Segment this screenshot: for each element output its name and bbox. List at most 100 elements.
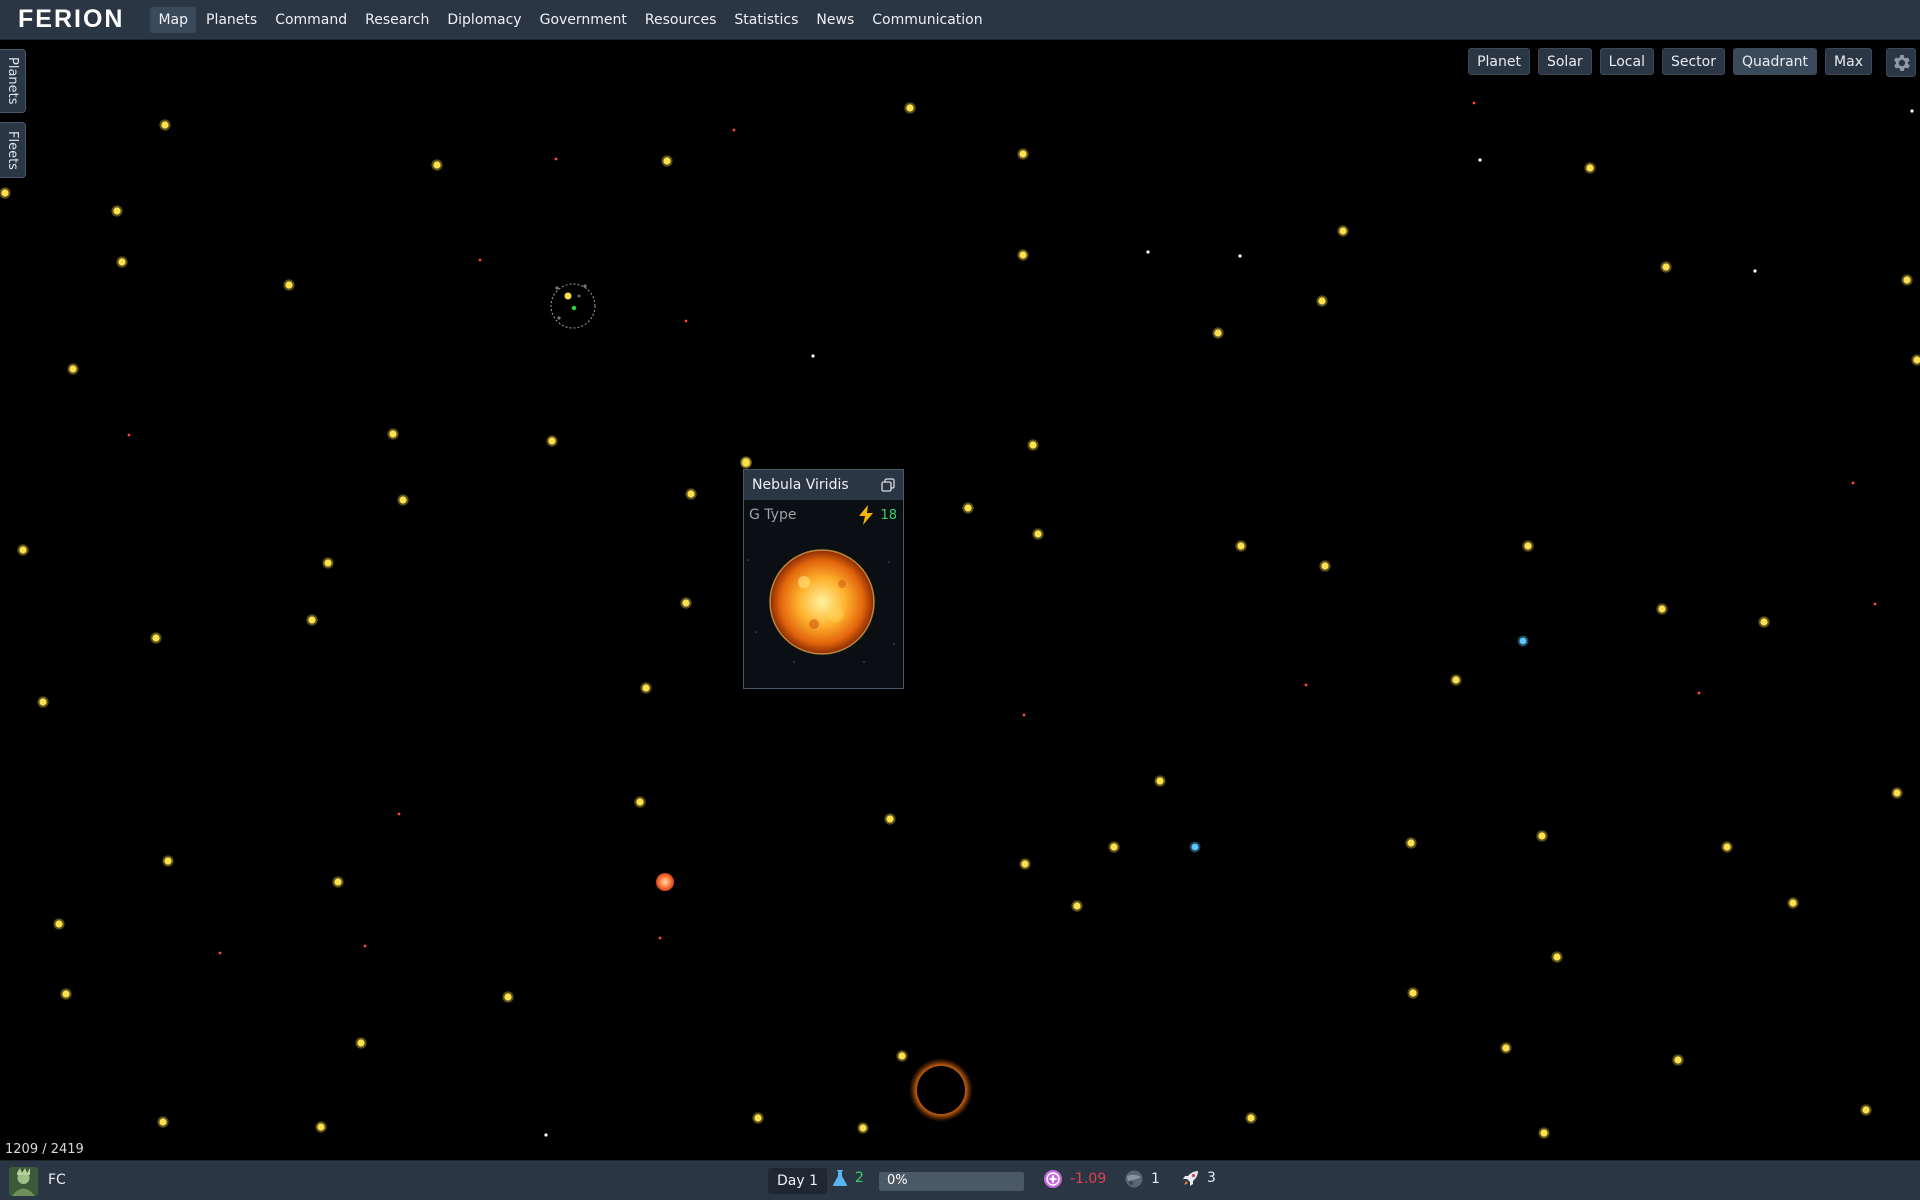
zoom-solar-button[interactable]: Solar: [1537, 48, 1592, 75]
star-system[interactable]: [1034, 530, 1042, 538]
ships-stat[interactable]: 3: [1182, 1169, 1216, 1187]
star-system[interactable]: [1407, 839, 1415, 847]
star-system[interactable]: [1, 189, 9, 197]
zoom-sector-button[interactable]: Sector: [1661, 48, 1725, 75]
star-system[interactable]: [754, 1114, 762, 1122]
red-giant-star[interactable]: [653, 870, 677, 894]
star-system[interactable]: [1238, 254, 1242, 258]
star-system[interactable]: [684, 319, 688, 323]
star-system[interactable]: [886, 815, 894, 823]
star-system[interactable]: [636, 798, 644, 806]
nav-item-statistics[interactable]: Statistics: [726, 7, 806, 33]
star-system[interactable]: [658, 936, 662, 940]
star-system[interactable]: [1247, 1114, 1255, 1122]
star-system[interactable]: [1073, 902, 1081, 910]
star-system[interactable]: [39, 698, 47, 706]
star-system[interactable]: [1760, 618, 1768, 626]
star-system[interactable]: [1478, 158, 1482, 162]
star-system[interactable]: [1191, 843, 1199, 851]
star-system[interactable]: [161, 121, 169, 129]
star-system[interactable]: [1789, 899, 1797, 907]
star-system[interactable]: [544, 1133, 548, 1137]
star-system[interactable]: [1110, 843, 1118, 851]
star-system[interactable]: [1723, 843, 1731, 851]
star-system[interactable]: [1318, 297, 1326, 305]
star-system[interactable]: [1873, 602, 1877, 606]
nav-item-government[interactable]: Government: [532, 7, 635, 33]
star-system[interactable]: [159, 1118, 167, 1126]
star-system[interactable]: [732, 128, 736, 132]
star-system[interactable]: [127, 433, 131, 437]
star-system[interactable]: [811, 354, 815, 358]
star-system[interactable]: [1674, 1056, 1682, 1064]
star-system[interactable]: [118, 258, 126, 266]
star-system[interactable]: [1519, 637, 1527, 645]
star-system[interactable]: [19, 546, 27, 554]
player-avatar[interactable]: [9, 1167, 38, 1196]
star-system[interactable]: [1452, 676, 1460, 684]
planets-stat[interactable]: 1: [1124, 1169, 1160, 1189]
star-system[interactable]: [285, 281, 293, 289]
star-system[interactable]: [1753, 269, 1757, 273]
zoom-max-button[interactable]: Max: [1825, 48, 1872, 75]
star-system[interactable]: [62, 990, 70, 998]
star-system[interactable]: [397, 812, 401, 816]
research-stat[interactable]: 2: [832, 1169, 864, 1187]
settings-button[interactable]: [1886, 48, 1916, 77]
star-system[interactable]: [1321, 562, 1329, 570]
nav-item-diplomacy[interactable]: Diplomacy: [439, 7, 529, 33]
star-system[interactable]: [1851, 481, 1855, 485]
star-system[interactable]: [1540, 1129, 1548, 1137]
star-system[interactable]: [399, 496, 407, 504]
star-system[interactable]: [1019, 251, 1027, 259]
star-system[interactable]: [1156, 777, 1164, 785]
star-system[interactable]: [1862, 1106, 1870, 1114]
star-system[interactable]: [363, 944, 367, 948]
star-system[interactable]: [1586, 164, 1594, 172]
star-system[interactable]: [1553, 953, 1561, 961]
star-field[interactable]: [0, 40, 1920, 1158]
copy-icon[interactable]: [881, 478, 895, 492]
star-system[interactable]: [1893, 789, 1901, 797]
nav-item-planets[interactable]: Planets: [198, 7, 265, 33]
star-system[interactable]: [357, 1039, 365, 1047]
side-tab-fleets[interactable]: Fleets: [0, 122, 26, 178]
star-system[interactable]: [1022, 713, 1026, 717]
star-system[interactable]: [334, 878, 342, 886]
star-system[interactable]: [642, 684, 650, 692]
influence-stat[interactable]: -1.09: [1043, 1169, 1106, 1189]
star-system[interactable]: [742, 458, 750, 466]
star-system[interactable]: [682, 599, 690, 607]
star-system[interactable]: [1472, 101, 1476, 105]
star-system[interactable]: [152, 634, 160, 642]
star-system[interactable]: [1304, 683, 1308, 687]
star-system[interactable]: [964, 504, 972, 512]
star-system[interactable]: [1146, 250, 1150, 254]
nav-item-resources[interactable]: Resources: [637, 7, 725, 33]
zoom-quadrant-button[interactable]: Quadrant: [1732, 48, 1818, 75]
star-system[interactable]: [1658, 605, 1666, 613]
star-system[interactable]: [1662, 263, 1670, 271]
star-system[interactable]: [69, 365, 77, 373]
star-system[interactable]: [906, 104, 914, 112]
star-system[interactable]: [389, 430, 397, 438]
star-system[interactable]: [55, 920, 63, 928]
star-system[interactable]: [1910, 109, 1914, 113]
nav-item-research[interactable]: Research: [357, 7, 437, 33]
star-system[interactable]: [504, 993, 512, 1001]
star-system[interactable]: [687, 490, 695, 498]
zoom-planet-button[interactable]: Planet: [1468, 48, 1530, 75]
star-system[interactable]: [554, 157, 558, 161]
star-system[interactable]: [1029, 441, 1037, 449]
star-system[interactable]: [1339, 227, 1347, 235]
star-system[interactable]: [859, 1124, 867, 1132]
nav-item-news[interactable]: News: [808, 7, 862, 33]
star-system[interactable]: [1237, 542, 1245, 550]
star-system[interactable]: [433, 161, 441, 169]
star-system[interactable]: [478, 258, 482, 262]
star-system[interactable]: [1524, 542, 1532, 550]
black-hole[interactable]: [906, 1055, 976, 1125]
star-system[interactable]: [308, 616, 316, 624]
star-system[interactable]: [1409, 989, 1417, 997]
star-system[interactable]: [1019, 150, 1027, 158]
